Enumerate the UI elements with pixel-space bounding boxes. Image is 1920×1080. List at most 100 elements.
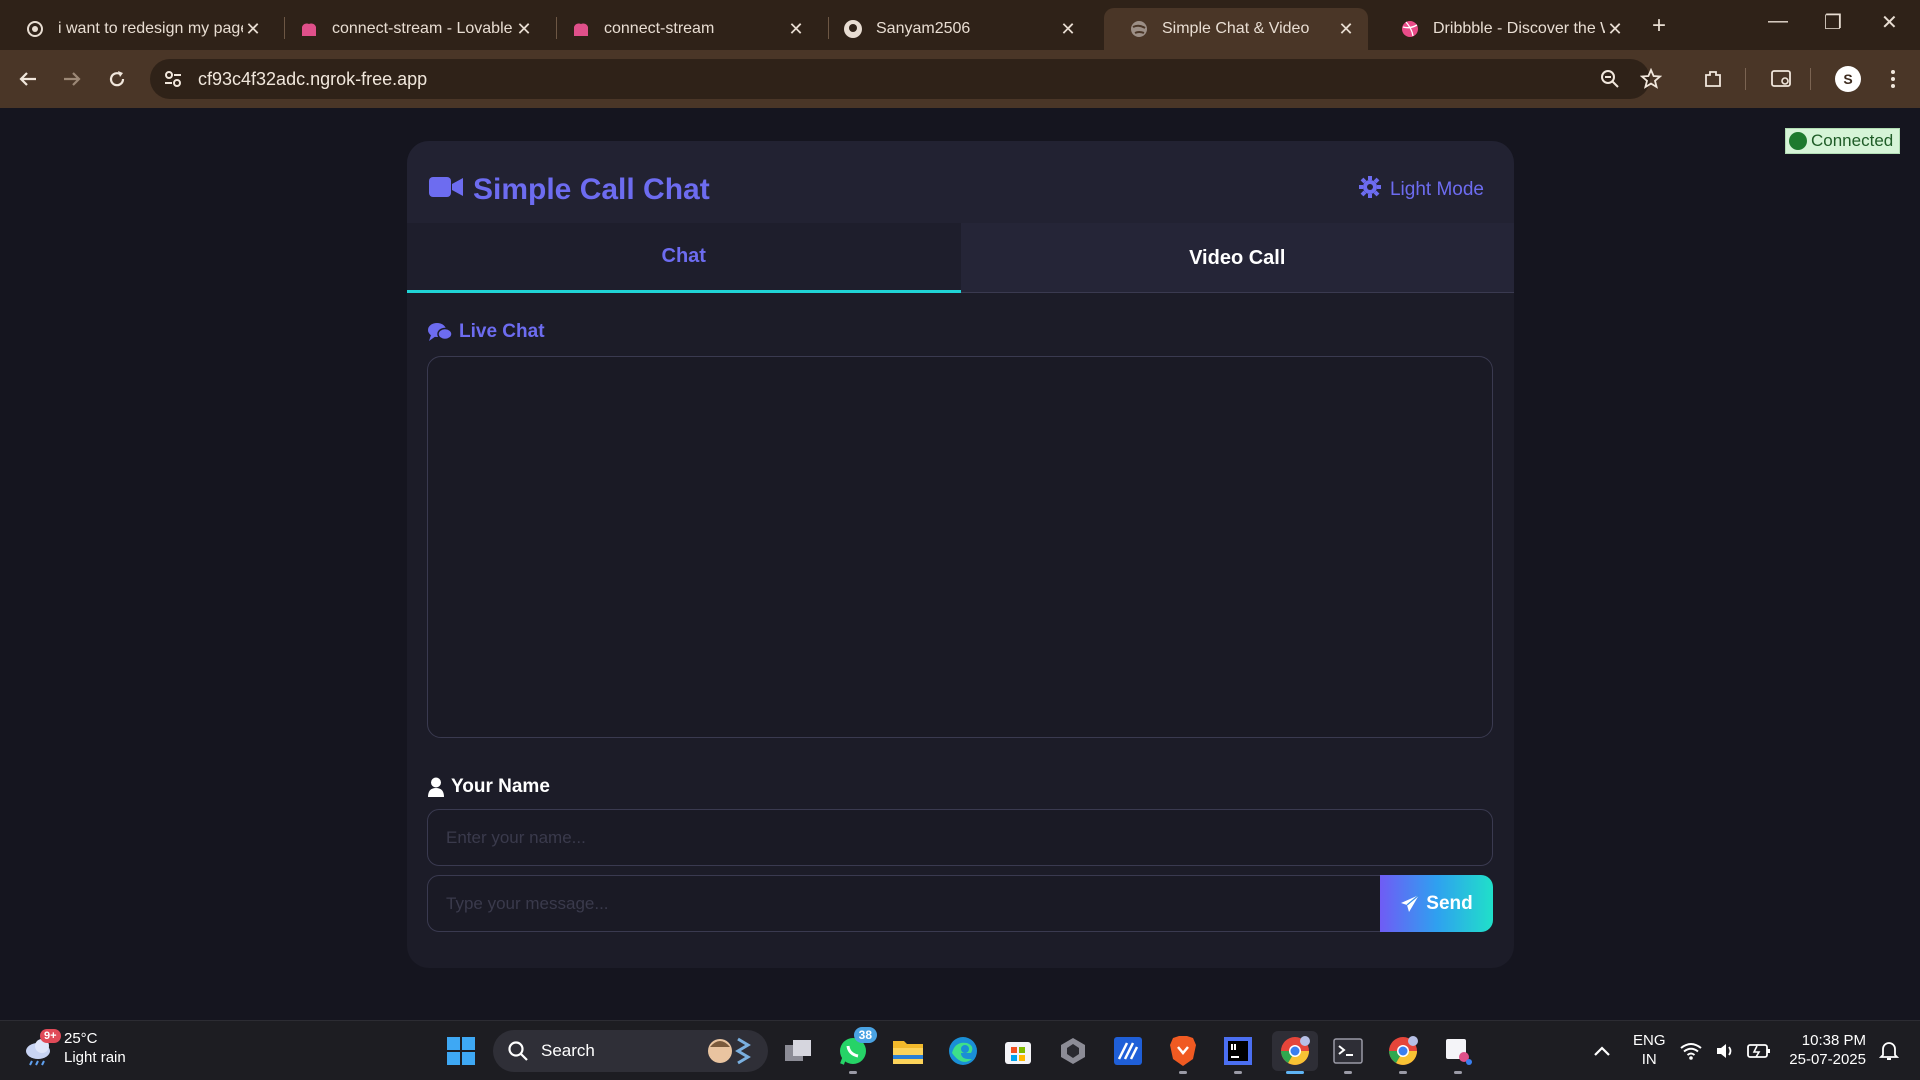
menu-kebab-icon[interactable] bbox=[1878, 64, 1908, 94]
browser-tab-strip: i want to redesign my page ✕ connect-str… bbox=[0, 0, 1920, 50]
browser-tab-dribbble[interactable]: Dribbble - Discover the World ✕ bbox=[1375, 8, 1637, 50]
running-indicator bbox=[1344, 1071, 1352, 1074]
whatsapp-badge: 38 bbox=[853, 1027, 877, 1043]
wifi-icon[interactable] bbox=[1676, 1031, 1706, 1071]
send-button[interactable]: Send bbox=[1380, 875, 1493, 932]
reload-icon[interactable] bbox=[101, 63, 133, 95]
windows-start-icon[interactable] bbox=[441, 1031, 481, 1071]
connection-status-badge: Connected bbox=[1785, 128, 1901, 154]
minimize-icon[interactable]: — bbox=[1768, 10, 1788, 33]
theme-toggle-label: Light Mode bbox=[1389, 179, 1484, 200]
site-settings-icon[interactable] bbox=[162, 68, 184, 90]
browser-tab-lovable[interactable]: connect-stream - Lovable ✕ bbox=[274, 8, 546, 50]
language-indicator[interactable]: ENG IN bbox=[1633, 1031, 1666, 1069]
search-highlight-icon bbox=[704, 1035, 754, 1067]
connection-status-text: Connected bbox=[1811, 131, 1894, 150]
show-hidden-icons[interactable] bbox=[1582, 1031, 1622, 1071]
weather-widget[interactable]: 9+ 25°C Light rain bbox=[22, 1029, 126, 1067]
microsoft-store-icon[interactable] bbox=[998, 1031, 1038, 1071]
card-header: Simple Call Chat Light Mode bbox=[407, 141, 1514, 223]
edge-icon[interactable] bbox=[943, 1031, 983, 1071]
tab-title: Dribbble - Discover the World bbox=[1433, 20, 1605, 37]
extensions-icon[interactable] bbox=[1698, 64, 1728, 94]
chat-messages-area[interactable] bbox=[427, 356, 1493, 738]
close-tab-icon[interactable]: ✕ bbox=[243, 19, 263, 40]
zoom-icon[interactable] bbox=[1595, 64, 1625, 94]
send-label: Send bbox=[1426, 892, 1473, 914]
live-chat-heading: Live Chat bbox=[427, 321, 545, 343]
search-icon bbox=[507, 1040, 529, 1062]
snipping-tool-icon[interactable] bbox=[1438, 1031, 1478, 1074]
brave-icon[interactable] bbox=[1163, 1031, 1203, 1074]
new-tab-button[interactable]: + bbox=[1652, 12, 1666, 40]
running-indicator bbox=[1234, 1071, 1242, 1074]
weather-temp: 25°C bbox=[64, 1030, 98, 1047]
tab-title: Sanyam2506 bbox=[876, 20, 971, 37]
system-clock[interactable]: 10:38 PM 25-07-2025 bbox=[1786, 1031, 1866, 1069]
chrome-icon[interactable] bbox=[1272, 1031, 1318, 1074]
close-tab-icon[interactable]: ✕ bbox=[514, 19, 534, 40]
close-tab-icon[interactable]: ✕ bbox=[1336, 19, 1356, 40]
notification-bell-icon[interactable] bbox=[1874, 1031, 1904, 1071]
gear-icon bbox=[1358, 175, 1382, 205]
url-text: cf93c4f32adc.ngrok-free.app bbox=[198, 68, 428, 89]
app-tabs: Chat Video Call bbox=[407, 223, 1514, 293]
terminal-icon[interactable] bbox=[1328, 1031, 1368, 1074]
profile-avatar[interactable]: S bbox=[1835, 66, 1861, 92]
clock-date: 25-07-2025 bbox=[1789, 1051, 1866, 1068]
tab-chat[interactable]: Chat bbox=[407, 223, 961, 293]
intellij-icon[interactable] bbox=[1218, 1031, 1258, 1074]
message-input[interactable] bbox=[427, 875, 1382, 932]
battery-icon[interactable] bbox=[1744, 1031, 1774, 1071]
search-label: Search bbox=[541, 1041, 595, 1060]
whatsapp-icon[interactable]: 38 bbox=[833, 1027, 877, 1074]
your-name-heading: Your Name bbox=[427, 776, 550, 798]
running-indicator bbox=[849, 1071, 857, 1074]
file-explorer-icon[interactable] bbox=[888, 1031, 928, 1071]
cloud-rain-icon: 9+ bbox=[22, 1029, 61, 1067]
volume-icon[interactable] bbox=[1711, 1031, 1741, 1071]
chrome-profile-icon[interactable] bbox=[1383, 1031, 1423, 1074]
back-arrow-icon[interactable] bbox=[12, 63, 44, 95]
tab-video-call[interactable]: Video Call bbox=[961, 223, 1515, 293]
browser-tab-github[interactable]: Sanyam2506 ✕ bbox=[818, 8, 1090, 50]
editor-app-icon[interactable] bbox=[1108, 1031, 1148, 1071]
name-input[interactable] bbox=[427, 809, 1493, 866]
lang-bottom: IN bbox=[1641, 1051, 1657, 1068]
ai-app-icon[interactable] bbox=[1053, 1031, 1093, 1071]
toolbar-divider bbox=[1745, 68, 1746, 90]
theme-toggle-button[interactable]: Light Mode bbox=[1358, 175, 1484, 205]
close-window-icon[interactable]: ✕ bbox=[1881, 10, 1898, 35]
restore-icon[interactable]: ❐ bbox=[1824, 10, 1842, 35]
live-chat-label: Live Chat bbox=[459, 321, 545, 342]
close-tab-icon[interactable]: ✕ bbox=[1058, 19, 1078, 40]
close-tab-icon[interactable]: ✕ bbox=[786, 19, 806, 40]
browser-tab-chatgpt[interactable]: i want to redesign my page ✕ bbox=[0, 8, 275, 50]
app-title-text: Simple Call Chat bbox=[473, 173, 710, 206]
browser-tab-connect-stream[interactable]: connect-stream ✕ bbox=[546, 8, 818, 50]
openai-icon bbox=[24, 18, 46, 40]
browser-tab-simple-chat[interactable]: Simple Chat & Video ✕ bbox=[1104, 8, 1368, 50]
app-title: Simple Call Chat bbox=[429, 173, 710, 207]
bookmark-star-icon[interactable] bbox=[1636, 64, 1666, 94]
tab-title: connect-stream bbox=[604, 20, 715, 37]
page-body: Connected Simple Call Chat Light Mode Ch… bbox=[0, 108, 1920, 1020]
app-card: Simple Call Chat Light Mode Chat Video C… bbox=[407, 141, 1514, 968]
close-tab-icon[interactable]: ✕ bbox=[1605, 19, 1625, 40]
your-name-label: Your Name bbox=[451, 776, 550, 797]
lovable-icon bbox=[298, 18, 320, 40]
forward-arrow-icon[interactable] bbox=[56, 63, 88, 95]
tab-title: i want to redesign my page bbox=[58, 20, 243, 37]
tab-search-icon[interactable] bbox=[1767, 64, 1797, 94]
dribbble-icon bbox=[1399, 18, 1421, 40]
task-view-icon[interactable] bbox=[778, 1031, 818, 1071]
running-indicator bbox=[1399, 1071, 1407, 1074]
tab-title: Simple Chat & Video bbox=[1162, 20, 1310, 37]
address-bar[interactable]: cf93c4f32adc.ngrok-free.app bbox=[150, 59, 1650, 99]
status-dot-icon bbox=[1789, 132, 1807, 150]
tab-title: connect-stream - Lovable bbox=[332, 20, 513, 37]
taskbar-search[interactable]: Search bbox=[493, 1030, 768, 1072]
github-icon bbox=[842, 18, 864, 40]
video-camera-icon bbox=[429, 173, 463, 207]
clock-time: 10:38 PM bbox=[1801, 1032, 1866, 1049]
